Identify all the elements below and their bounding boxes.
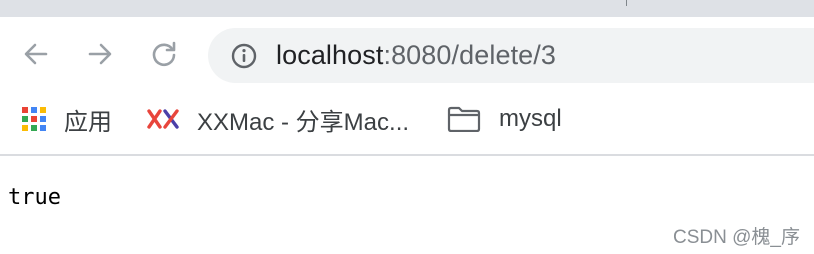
page-body-text: true xyxy=(8,185,61,210)
bookmark-xxmac[interactable]: XXMac - 分享Mac... xyxy=(147,102,409,136)
reload-icon xyxy=(152,41,176,67)
reload-button[interactable] xyxy=(147,37,181,71)
bookmark-label: XXMac - 分享Mac... xyxy=(197,108,410,136)
info-icon[interactable] xyxy=(230,42,258,70)
bookmark-apps[interactable]: 应用 xyxy=(22,102,112,136)
back-button[interactable] xyxy=(19,37,53,71)
arrow-right-icon xyxy=(88,43,112,65)
apps-grid-icon xyxy=(22,107,46,131)
xx-logo-icon xyxy=(147,109,179,129)
browser-toolbar: localhost:8080/delete/3 xyxy=(0,17,814,92)
url-text[interactable]: localhost:8080/delete/3 xyxy=(276,38,556,72)
bookmark-label: mysql xyxy=(499,105,562,132)
tab-divider xyxy=(626,0,627,6)
bookmarks-bar: 应用 XXMac - 分享Mac... mysql xyxy=(0,92,814,156)
bookmark-label: 应用 xyxy=(64,108,112,136)
arrow-left-icon xyxy=(24,43,48,65)
folder-icon xyxy=(447,106,481,132)
bookmark-mysql[interactable]: mysql xyxy=(447,102,562,136)
url-path: :8080/delete/3 xyxy=(383,40,557,70)
watermark-text: CSDN @槐_序 xyxy=(673,227,800,248)
url-host: localhost xyxy=(276,40,384,70)
address-bar[interactable]: localhost:8080/delete/3 xyxy=(208,28,814,83)
forward-button[interactable] xyxy=(83,37,117,71)
tab-strip xyxy=(0,0,814,17)
